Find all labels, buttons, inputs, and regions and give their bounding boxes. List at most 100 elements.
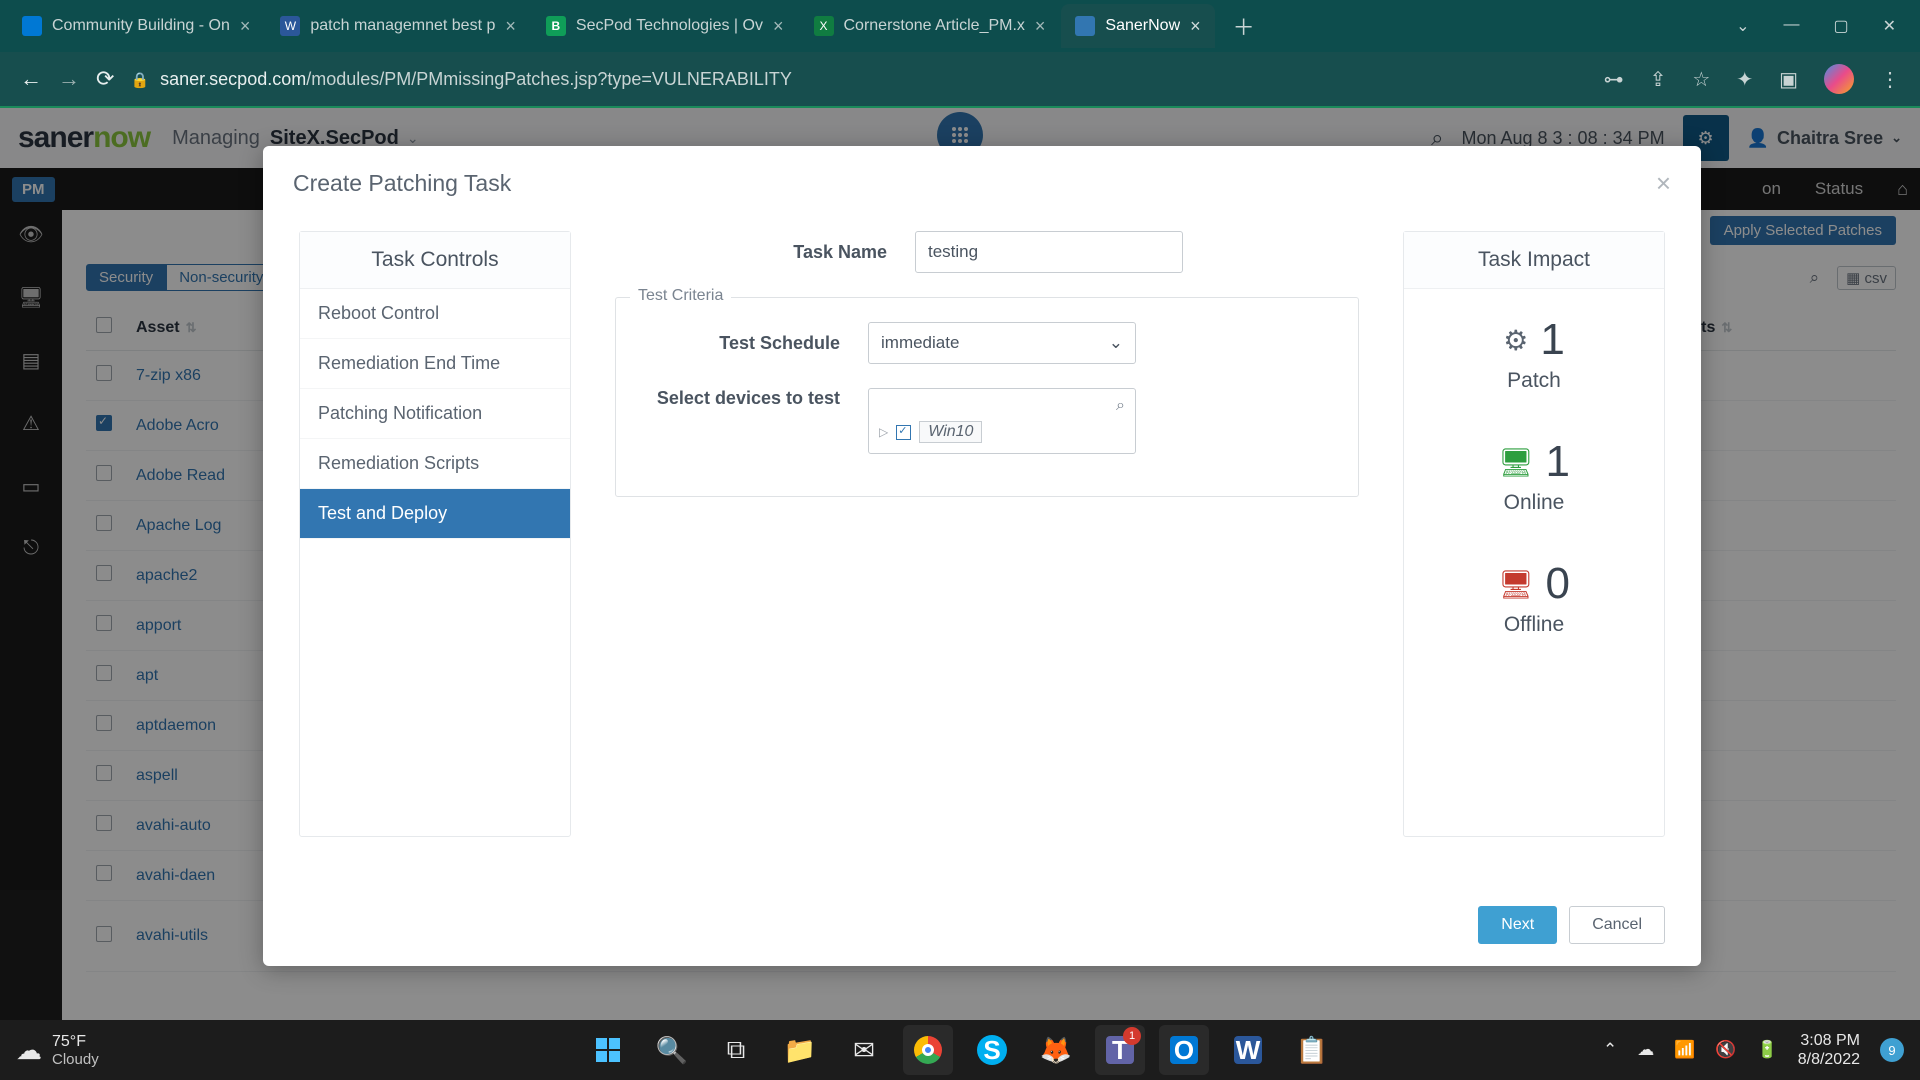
url-field[interactable]: 🔒 saner.secpod.com/modules/PM/PMmissingP… [130, 69, 1587, 90]
impact-label: Patch [1404, 369, 1664, 393]
tree-checkbox[interactable] [896, 425, 911, 440]
notification-count[interactable]: 9 [1880, 1038, 1904, 1062]
address-bar: ← → ⟳ 🔒 saner.secpod.com/modules/PM/PMmi… [0, 52, 1920, 108]
task-controls-title: Task Controls [300, 232, 570, 289]
modal-footer: Next Cancel [1478, 906, 1665, 944]
tree-label: Win10 [919, 421, 982, 443]
avatar[interactable] [1824, 64, 1854, 94]
tab-patch-mgmt[interactable]: W patch managemnet best p × [266, 4, 530, 48]
word-icon[interactable]: W [1223, 1025, 1273, 1075]
windows-taskbar: ☁ 75°F Cloudy 🔍 ⧉ 📁 ✉ S 🦊 T1 O W 📋 ⌃ ☁ 📶… [0, 1020, 1920, 1080]
close-icon[interactable]: × [1035, 16, 1046, 37]
expand-icon[interactable]: ▷ [879, 425, 888, 439]
bitrix-icon: B [546, 16, 566, 36]
onedrive-icon[interactable]: ☁ [1637, 1040, 1654, 1060]
device-search-icon[interactable]: ⌕ [879, 397, 1125, 415]
next-button[interactable]: Next [1478, 906, 1557, 944]
key-icon[interactable]: ⊶ [1604, 67, 1624, 92]
cancel-button[interactable]: Cancel [1569, 906, 1665, 944]
search-button[interactable]: 🔍 [647, 1025, 697, 1075]
start-button[interactable] [583, 1025, 633, 1075]
url-domain: saner.secpod.com [160, 69, 306, 89]
volume-icon[interactable]: 🔇 [1715, 1040, 1736, 1060]
notepad-icon[interactable]: 📋 [1287, 1025, 1337, 1075]
explorer-icon[interactable]: 📁 [775, 1025, 825, 1075]
tree-row-win10[interactable]: ▷ Win10 [879, 421, 1125, 443]
new-tab-button[interactable]: ＋ [1217, 10, 1271, 42]
task-name-input[interactable] [915, 231, 1183, 273]
tab-title: SanerNow [1105, 17, 1180, 35]
tab-title: Community Building - On [52, 17, 230, 35]
clock[interactable]: 3:08 PM 8/8/2022 [1798, 1031, 1860, 1069]
battery-icon[interactable]: 🔋 [1757, 1040, 1778, 1060]
tab-title: SecPod Technologies | Ov [576, 17, 763, 35]
chevron-up-icon[interactable]: ⌃ [1603, 1040, 1617, 1060]
task-control-item[interactable]: Patching Notification [300, 389, 570, 439]
chevron-down-icon[interactable]: ⌄ [1736, 16, 1749, 36]
word-icon: W [280, 16, 300, 36]
task-name-row: Task Name [615, 231, 1359, 273]
task-control-item[interactable]: Remediation End Time [300, 339, 570, 389]
task-name-label: Task Name [615, 242, 915, 263]
teams-icon[interactable]: T1 [1095, 1025, 1145, 1075]
kebab-icon[interactable]: ⋮ [1880, 67, 1900, 92]
task-impact-panel: Task Impact ⚙1Patch🖥1Online🖥0Offline [1403, 231, 1665, 837]
task-control-item[interactable]: Test and Deploy [300, 489, 570, 539]
close-icon[interactable]: × [505, 16, 516, 37]
excel-icon: X [814, 16, 834, 36]
extensions-icon[interactable]: ✦ [1736, 67, 1753, 92]
lock-icon: 🔒 [130, 72, 149, 89]
fieldset-legend: Test Criteria [630, 287, 731, 305]
browser-tab-strip: Community Building - On × W patch manage… [0, 0, 1920, 52]
skype-icon[interactable]: S [967, 1025, 1017, 1075]
task-control-item[interactable]: Reboot Control [300, 289, 570, 339]
tab-cornerstone[interactable]: X Cornerstone Article_PM.x × [800, 4, 1060, 48]
gear-icon: ⚙ [1503, 324, 1528, 357]
close-icon[interactable]: × [240, 16, 251, 37]
weather-temp: 75°F [52, 1033, 99, 1051]
impact-number: 1 [1546, 437, 1570, 487]
task-control-item[interactable]: Remediation Scripts [300, 439, 570, 489]
weather-cond: Cloudy [52, 1051, 99, 1068]
teams-badge: 1 [1123, 1027, 1141, 1045]
firefox-icon[interactable]: 🦊 [1031, 1025, 1081, 1075]
device-tree: ⌕ ▷ Win10 [868, 388, 1136, 454]
task-view-button[interactable]: ⧉ [711, 1025, 761, 1075]
chrome-icon[interactable] [903, 1025, 953, 1075]
url-path: /modules/PM/PMmissingPatches.jsp?type=VU… [306, 69, 792, 89]
tab-secpod[interactable]: B SecPod Technologies | Ov × [532, 4, 798, 48]
tab-sanernow[interactable]: SanerNow × [1061, 4, 1214, 48]
window-controls: ⌄ ― ▢ ✕ [1736, 16, 1912, 36]
star-icon[interactable]: ☆ [1692, 67, 1710, 92]
devices-row: Select devices to test ⌕ ▷ Win10 [634, 388, 1340, 454]
toolbar-icons: ⊶ ⇪ ☆ ✦ ▣ ⋮ [1604, 64, 1900, 94]
schedule-value: immediate [881, 333, 959, 353]
close-icon[interactable]: × [773, 16, 784, 37]
close-window-icon[interactable]: ✕ [1883, 16, 1896, 36]
maximize-icon[interactable]: ▢ [1833, 16, 1848, 36]
schedule-select[interactable]: immediate ⌄ [868, 322, 1136, 364]
minimize-icon[interactable]: ― [1783, 16, 1799, 36]
taskbar-apps: 🔍 ⧉ 📁 ✉ S 🦊 T1 O W 📋 [583, 1025, 1337, 1075]
impact-title: Task Impact [1404, 232, 1664, 289]
impact-number: 0 [1546, 559, 1570, 609]
close-icon[interactable]: × [1656, 168, 1671, 199]
tab-title: patch managemnet best p [310, 17, 495, 35]
date: 8/8/2022 [1798, 1050, 1860, 1069]
modal-header: Create Patching Task × [263, 146, 1701, 217]
impact-label: Offline [1404, 613, 1664, 637]
close-icon[interactable]: × [1190, 16, 1201, 37]
reload-icon[interactable]: ⟳ [96, 66, 114, 92]
weather-widget[interactable]: ☁ 75°F Cloudy [16, 1033, 99, 1068]
chevron-down-icon: ⌄ [1109, 333, 1123, 353]
back-icon[interactable]: ← [20, 66, 42, 92]
forward-icon[interactable]: → [58, 66, 80, 92]
mail-icon[interactable]: ✉ [839, 1025, 889, 1075]
wifi-icon[interactable]: 📶 [1674, 1040, 1695, 1060]
sanernow-icon [1075, 16, 1095, 36]
outlook-icon[interactable]: O [1159, 1025, 1209, 1075]
create-patching-task-modal: Create Patching Task × Task Controls Reb… [263, 146, 1701, 966]
share-icon[interactable]: ⇪ [1650, 67, 1667, 92]
panel-icon[interactable]: ▣ [1779, 67, 1798, 92]
tab-community[interactable]: Community Building - On × [8, 4, 264, 48]
